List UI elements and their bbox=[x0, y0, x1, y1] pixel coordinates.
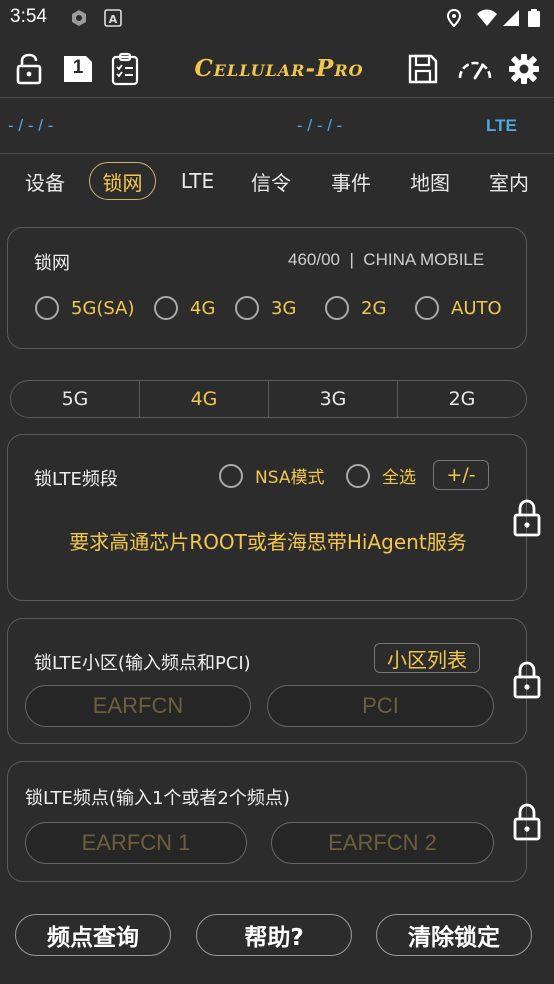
band-lock-icon[interactable] bbox=[511, 498, 543, 538]
radio-label: 3G bbox=[271, 297, 297, 319]
radio-circle bbox=[235, 296, 259, 320]
pci-input[interactable]: PCI bbox=[267, 685, 494, 727]
wifi-icon bbox=[477, 9, 497, 26]
network-lock-panel: 锁网 460/00 | CHINA MOBILE 5G(SA) 4G 3G 2G… bbox=[7, 227, 527, 349]
toolbar: 1 Cellular-Pro bbox=[0, 40, 554, 98]
clear-lock-button[interactable]: 清除锁定 bbox=[376, 914, 532, 956]
radio-4g[interactable]: 4G bbox=[154, 296, 215, 320]
sim-number: 1 bbox=[72, 57, 84, 78]
radio-circle bbox=[415, 296, 439, 320]
radio-label: 5G(SA) bbox=[71, 297, 135, 319]
root-warning: 要求高通芯片ROOT或者海思带HiAgent服务 bbox=[69, 530, 467, 554]
unlock-icon[interactable] bbox=[12, 52, 46, 86]
tab-signaling[interactable]: 信令 bbox=[240, 162, 302, 200]
tab-map[interactable]: 地图 bbox=[399, 162, 461, 200]
radio-label: 2G bbox=[361, 297, 387, 319]
radio-label: 4G bbox=[190, 297, 216, 319]
help-button[interactable]: 帮助? bbox=[196, 914, 352, 956]
battery-icon bbox=[528, 9, 540, 27]
font-notification-icon: A bbox=[104, 9, 122, 27]
band-lock-panel: 锁LTE频段 NSA模式 全选 +/- 要求高通芯片ROOT或者海思带HiAge… bbox=[7, 434, 527, 601]
segment-4g[interactable]: 4G bbox=[140, 381, 269, 417]
segment-3g[interactable]: 3G bbox=[269, 381, 398, 417]
app-logo: Cellular-Pro bbox=[194, 54, 364, 82]
freq-lock-icon[interactable] bbox=[511, 802, 543, 842]
svg-text:A: A bbox=[109, 13, 118, 26]
rat-segmented-control: 5G 4G 3G 2G bbox=[10, 380, 527, 418]
clock: 3:54 bbox=[10, 6, 47, 27]
segment-5g[interactable]: 5G bbox=[11, 381, 140, 417]
settings-gear-icon[interactable] bbox=[508, 52, 540, 86]
app-notification-icon bbox=[72, 10, 86, 26]
operator-info: 460/00 | CHINA MOBILE bbox=[288, 250, 485, 269]
cell-lock-icon[interactable] bbox=[511, 660, 543, 700]
location-icon bbox=[446, 9, 462, 27]
tab-indoor[interactable]: 室内 bbox=[478, 162, 540, 200]
radio-label: NSA模式 bbox=[255, 468, 325, 488]
earfcn1-input[interactable]: EARFCN 1 bbox=[25, 822, 247, 864]
radio-circle bbox=[154, 296, 178, 320]
speedometer-icon[interactable] bbox=[456, 52, 494, 86]
sim-card-icon[interactable]: 1 bbox=[62, 54, 94, 84]
frequency-query-button[interactable]: 频点查询 bbox=[15, 914, 171, 956]
network-type: LTE bbox=[486, 116, 517, 135]
main-tabs: 设备 锁网 LTE 信令 事件 地图 室内 bbox=[0, 160, 554, 206]
radio-circle bbox=[325, 296, 349, 320]
freq-lock-title: 锁LTE频点(输入1个或者2个频点) bbox=[25, 788, 290, 809]
radio-auto[interactable]: AUTO bbox=[415, 296, 502, 320]
select-all-radio[interactable]: 全选 bbox=[346, 463, 416, 488]
radio-label: 全选 bbox=[382, 468, 416, 488]
freq-lock-panel: 锁LTE频点(输入1个或者2个频点) EARFCN 1 EARFCN 2 bbox=[7, 761, 527, 882]
checklist-icon[interactable] bbox=[108, 52, 142, 86]
nsa-mode-radio[interactable]: NSA模式 bbox=[219, 463, 324, 488]
segment-2g[interactable]: 2G bbox=[398, 381, 526, 417]
cell-lock-panel: 锁LTE小区(输入频点和PCI) 小区列表 EARFCN PCI bbox=[7, 618, 527, 744]
cell-list-button[interactable]: 小区列表 bbox=[374, 643, 480, 673]
info-center: - / - / - bbox=[297, 116, 343, 135]
toggle-bands-button[interactable]: +/- bbox=[433, 460, 489, 490]
radio-2g[interactable]: 2G bbox=[325, 296, 386, 320]
tab-events[interactable]: 事件 bbox=[320, 162, 382, 200]
cell-info-row: - / - / - - / - / - LTE bbox=[0, 100, 554, 154]
radio-5g-sa[interactable]: 5G(SA) bbox=[35, 296, 135, 320]
radio-label: AUTO bbox=[451, 297, 502, 319]
band-lock-title: 锁LTE频段 bbox=[34, 469, 118, 490]
status-bar: 3:54 A bbox=[0, 0, 554, 36]
radio-circle bbox=[35, 296, 59, 320]
radio-circle bbox=[219, 463, 243, 488]
network-lock-title: 锁网 bbox=[34, 253, 70, 274]
tab-lte[interactable]: LTE bbox=[170, 162, 225, 200]
signal-icon bbox=[503, 10, 519, 26]
tab-network-lock[interactable]: 锁网 bbox=[89, 162, 156, 200]
earfcn2-input[interactable]: EARFCN 2 bbox=[271, 822, 494, 864]
radio-3g[interactable]: 3G bbox=[235, 296, 296, 320]
info-left: - / - / - bbox=[8, 116, 54, 135]
save-icon[interactable] bbox=[406, 52, 440, 86]
earfcn-input[interactable]: EARFCN bbox=[25, 685, 251, 727]
radio-circle bbox=[346, 463, 370, 488]
tab-device[interactable]: 设备 bbox=[14, 162, 76, 200]
cell-lock-title: 锁LTE小区(输入频点和PCI) bbox=[34, 653, 251, 674]
